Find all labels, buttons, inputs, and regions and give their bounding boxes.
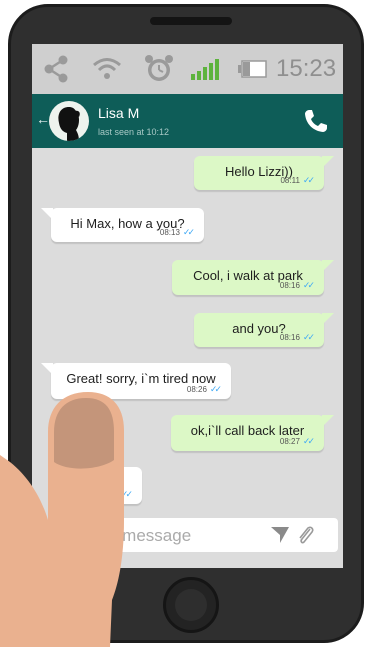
smartphone: 15:23 ← Lisa M last seen at 10:12 Hello …: [0, 0, 367, 647]
finger-illustration: [0, 392, 124, 647]
